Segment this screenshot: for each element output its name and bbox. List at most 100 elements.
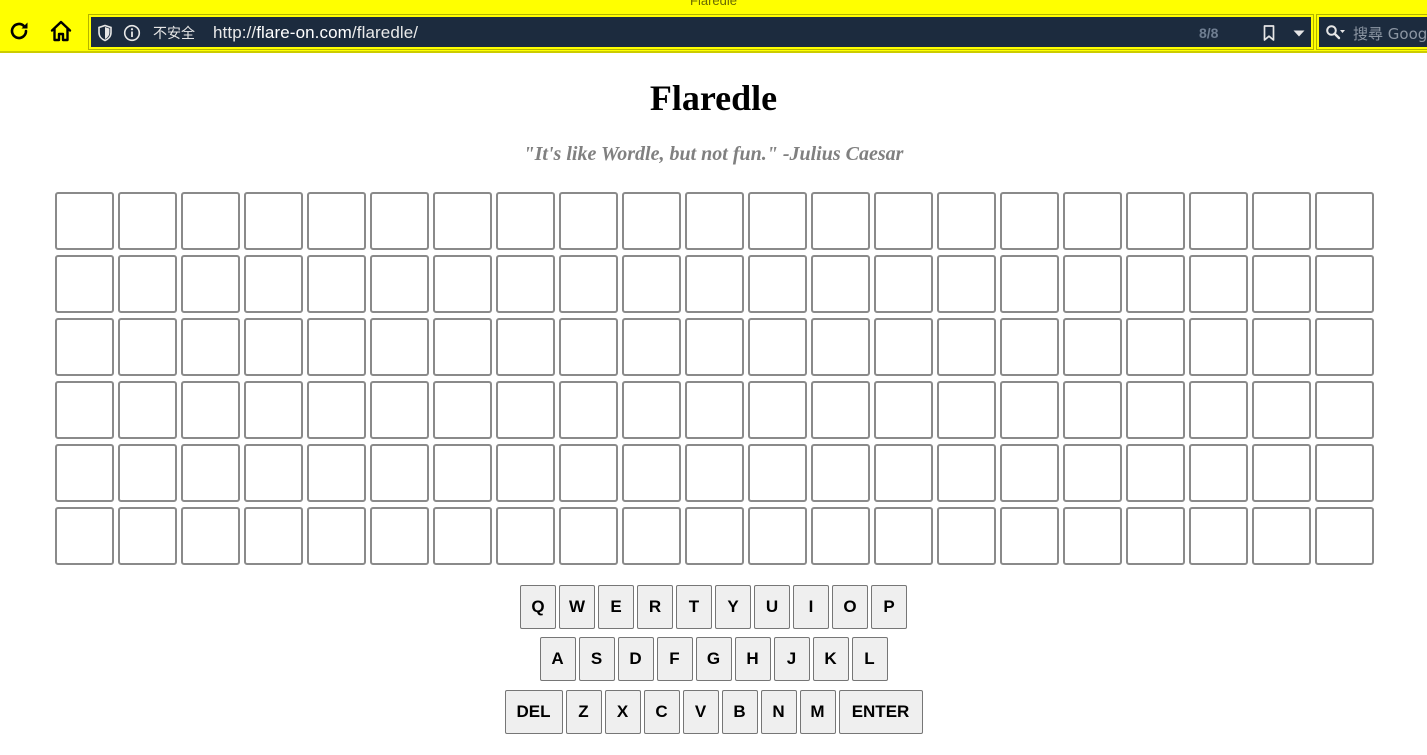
letter-tile: [1189, 507, 1248, 565]
window-title: Flaredle: [690, 0, 737, 8]
search-engine-icon[interactable]: [1325, 24, 1347, 42]
info-icon[interactable]: [123, 24, 141, 42]
letter-tile: [748, 444, 807, 502]
letter-tile: [55, 255, 114, 313]
shield-icon[interactable]: [96, 24, 114, 42]
key-o[interactable]: O: [832, 585, 868, 629]
key-h[interactable]: H: [734, 637, 771, 681]
letter-tile: [874, 192, 933, 250]
letter-tile: [370, 318, 429, 376]
letter-tile: [748, 318, 807, 376]
search-bar[interactable]: 搜尋 Goog: [1316, 14, 1427, 50]
key-y[interactable]: Y: [715, 585, 751, 629]
key-k[interactable]: K: [812, 637, 849, 681]
chevron-down-icon[interactable]: [1290, 24, 1308, 42]
letter-tile: [1126, 507, 1185, 565]
letter-tile: [181, 255, 240, 313]
letter-tile: [622, 381, 681, 439]
key-l[interactable]: L: [851, 637, 888, 681]
key-f[interactable]: F: [656, 637, 693, 681]
letter-tile: [370, 507, 429, 565]
letter-tile: [55, 381, 114, 439]
letter-tile: [118, 444, 177, 502]
letter-tile: [937, 255, 996, 313]
key-a[interactable]: A: [539, 637, 576, 681]
letter-tile: [307, 255, 366, 313]
letter-tile: [1252, 255, 1311, 313]
letter-tile: [1126, 255, 1185, 313]
letter-tile: [685, 255, 744, 313]
key-p[interactable]: P: [871, 585, 907, 629]
letter-tile: [496, 255, 555, 313]
letter-tile: [874, 507, 933, 565]
letter-tile: [496, 444, 555, 502]
browser-toolbar: Flaredle 不安全 http://flare-on.com/flaredl…: [0, 0, 1427, 53]
key-m[interactable]: M: [799, 690, 836, 734]
letter-tile: [622, 444, 681, 502]
letter-tile: [1315, 381, 1374, 439]
key-v[interactable]: V: [682, 690, 719, 734]
reload-icon[interactable]: [6, 18, 32, 44]
key-x[interactable]: X: [604, 690, 641, 734]
letter-tile: [559, 507, 618, 565]
letter-tile: [370, 192, 429, 250]
key-z[interactable]: Z: [565, 690, 602, 734]
key-g[interactable]: G: [695, 637, 732, 681]
letter-tile: [1063, 381, 1122, 439]
url-bar[interactable]: 不安全 http://flare-on.com/flaredle/ 8/8: [88, 14, 1314, 50]
key-w[interactable]: W: [559, 585, 595, 629]
letter-tile: [181, 444, 240, 502]
letter-tile: [937, 444, 996, 502]
letter-tile: [244, 255, 303, 313]
key-del[interactable]: DEL: [504, 690, 563, 734]
letter-tile: [1000, 381, 1059, 439]
letter-tile: [811, 318, 870, 376]
letter-tile: [622, 507, 681, 565]
letter-tile: [370, 255, 429, 313]
key-r[interactable]: R: [637, 585, 673, 629]
letter-tile: [1000, 192, 1059, 250]
letter-tile: [1315, 318, 1374, 376]
letter-tile: [244, 318, 303, 376]
key-c[interactable]: C: [643, 690, 680, 734]
url-path: /flaredle/: [351, 23, 419, 42]
key-enter[interactable]: ENTER: [838, 690, 923, 734]
url-scheme: http://: [213, 23, 257, 42]
letter-tile: [433, 444, 492, 502]
letter-tile: [811, 381, 870, 439]
key-n[interactable]: N: [760, 690, 797, 734]
letter-tile: [433, 192, 492, 250]
key-q[interactable]: Q: [520, 585, 556, 629]
key-i[interactable]: I: [793, 585, 829, 629]
letter-tile: [1000, 507, 1059, 565]
letter-tile: [1126, 192, 1185, 250]
url-text[interactable]: http://flare-on.com/flaredle/: [213, 23, 418, 43]
letter-tile: [1126, 381, 1185, 439]
key-t[interactable]: T: [676, 585, 712, 629]
letter-tile: [1189, 192, 1248, 250]
game-board: [55, 192, 1374, 565]
letter-tile: [55, 192, 114, 250]
letter-tile: [937, 318, 996, 376]
key-b[interactable]: B: [721, 690, 758, 734]
connection-security-label[interactable]: 不安全: [153, 23, 195, 43]
search-input[interactable]: 搜尋 Goog: [1353, 23, 1427, 44]
key-e[interactable]: E: [598, 585, 634, 629]
bookmark-icon[interactable]: [1260, 24, 1278, 42]
letter-tile: [685, 318, 744, 376]
letter-tile: [811, 507, 870, 565]
letter-tile: [748, 381, 807, 439]
key-u[interactable]: U: [754, 585, 790, 629]
letter-tile: [244, 192, 303, 250]
letter-tile: [685, 381, 744, 439]
letter-tile: [118, 255, 177, 313]
key-j[interactable]: J: [773, 637, 810, 681]
home-icon[interactable]: [48, 18, 74, 44]
letter-tile: [559, 255, 618, 313]
key-d[interactable]: D: [617, 637, 654, 681]
letter-tile: [811, 192, 870, 250]
letter-tile: [307, 192, 366, 250]
match-counter: 8/8: [1199, 25, 1219, 41]
letter-tile: [244, 444, 303, 502]
key-s[interactable]: S: [578, 637, 615, 681]
